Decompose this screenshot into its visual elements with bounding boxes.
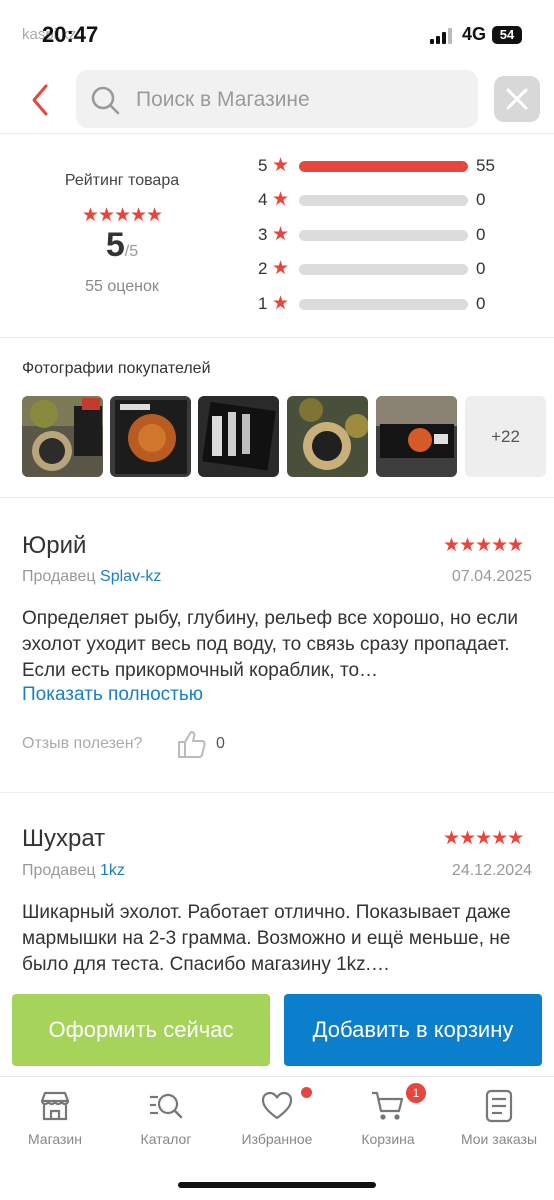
tab-favorites[interactable]: Избранное — [222, 1087, 332, 1147]
search-placeholder: Поиск в Магазине — [136, 88, 310, 111]
status-time: 20:47 — [42, 22, 99, 47]
purchase-actions: Оформить сейчас Добавить в корзину — [0, 994, 554, 1066]
rating-score-value: 5 — [105, 226, 125, 264]
star-icon: ★ — [272, 155, 290, 176]
tab-store[interactable]: Магазин — [0, 1087, 110, 1147]
home-indicator — [178, 1182, 376, 1188]
rating-bar-stars: 4 — [258, 190, 268, 209]
rating-bar-track — [299, 299, 468, 310]
signal-icon — [430, 28, 454, 44]
star-icon: ★ — [272, 224, 290, 245]
tab-catalog[interactable]: Каталог — [111, 1087, 221, 1147]
cart-icon — [372, 1091, 404, 1120]
status-bar: kaspi.kz 20:47 4G 54 — [0, 0, 554, 66]
review-seller-link[interactable]: 1kz — [100, 862, 125, 879]
review-stars: ★★★★★ — [443, 535, 524, 556]
review-date: 24.12.2024 — [451, 862, 532, 879]
customer-photo[interactable] — [110, 396, 191, 477]
battery-icon: 54 — [492, 26, 522, 44]
rating-bar-stars: 3 — [258, 225, 268, 244]
rating-bar-row: 5 ★ 55 — [258, 154, 538, 178]
rating-bar-row: 2 ★ 0 — [258, 257, 538, 281]
customer-photos: Фотографии покупателей +22 — [0, 338, 554, 498]
review-divider — [0, 792, 554, 793]
back-button[interactable] — [26, 82, 56, 118]
review-seller: Продавец 1kz — [22, 862, 125, 880]
review-useful-label: Отзыв полезен? — [22, 735, 143, 752]
tab-label: Избранное — [241, 1131, 313, 1147]
rating-label: Рейтинг товара — [64, 172, 180, 189]
cart-badge: 1 — [406, 1083, 426, 1103]
rating-bar-count: 0 — [476, 259, 486, 278]
rating-bar-count: 0 — [476, 190, 486, 209]
review-author: Шухрат — [22, 825, 106, 852]
catalog-search-icon — [150, 1093, 183, 1119]
star-icon: ★ — [272, 293, 290, 314]
review-seller-prefix: Продавец — [22, 862, 96, 879]
search-header: Поиск в Магазине — [0, 66, 554, 134]
star-icon: ★ — [272, 258, 290, 279]
rating-out-of: /5 — [124, 243, 139, 260]
tab-label: Мои заказы — [460, 1131, 538, 1147]
search-icon — [91, 86, 120, 115]
rating-bar-row: 1 ★ 0 — [258, 292, 538, 316]
close-icon — [506, 88, 528, 110]
rating-bar-track — [299, 161, 468, 172]
orders-icon — [485, 1089, 513, 1123]
tab-label: Каталог — [140, 1131, 192, 1147]
rating-bar-row: 3 ★ 0 — [258, 223, 538, 247]
store-icon — [40, 1091, 70, 1121]
more-photos-button[interactable]: +22 — [465, 396, 546, 477]
customer-photos-title: Фотографии покупателей — [22, 360, 211, 377]
review-stars: ★★★★★ — [443, 828, 524, 849]
review-text: Шикарный эхолот. Работает отлично. Показ… — [22, 902, 511, 975]
favorites-dot — [301, 1087, 312, 1098]
product-rating-summary: Рейтинг товара ★★★★★ 5/5 55 оценок 5 ★ 55 4… — [0, 134, 554, 338]
rating-bar-track — [299, 230, 468, 241]
tab-my-orders[interactable]: Мои заказы — [444, 1087, 554, 1147]
rating-score: 5/5 — [22, 226, 222, 265]
heart-icon — [261, 1091, 293, 1120]
rating-bar-count: 0 — [476, 225, 486, 244]
rating-bar-count: 0 — [476, 294, 486, 313]
customer-photo[interactable] — [198, 396, 279, 477]
rating-bar-row: 4 ★ 0 — [258, 188, 538, 212]
tab-label: Магазин — [27, 1131, 82, 1147]
tab-cart[interactable]: 1 Корзина — [333, 1083, 443, 1147]
customer-photo[interactable] — [287, 396, 368, 477]
show-more-link[interactable]: Показать полностью — [22, 684, 203, 706]
like-button[interactable] — [176, 728, 208, 765]
add-to-cart-button[interactable]: Добавить в корзину — [284, 994, 542, 1066]
star-icon: ★ — [272, 189, 290, 210]
review-seller-prefix: Продавец — [22, 568, 96, 585]
review-seller-link[interactable]: Splav-kz — [100, 568, 161, 585]
review-seller: Продавец Splav-kz — [22, 568, 161, 586]
search-input[interactable]: Поиск в Магазине — [76, 70, 478, 128]
review-date: 07.04.2025 — [451, 568, 532, 585]
thumbs-up-icon — [178, 731, 206, 758]
customer-photo[interactable] — [376, 396, 457, 477]
rating-bar-track — [299, 195, 468, 206]
rating-bar-track — [299, 264, 468, 275]
chevron-left-icon — [32, 84, 48, 116]
customer-photo[interactable] — [22, 396, 103, 477]
rating-bar-fill — [299, 161, 468, 172]
rating-bar-stars: 1 — [258, 294, 268, 313]
rating-bar-stars: 5 — [258, 156, 268, 175]
review-author: Юрий — [22, 532, 87, 559]
review-likes-count: 0 — [216, 735, 225, 752]
rating-stars: ★★★★★ — [81, 205, 163, 226]
rating-bar-count: 55 — [476, 156, 495, 175]
rating-count: 55 оценок — [85, 278, 159, 295]
rating-bar-stars: 2 — [258, 259, 268, 278]
review-text: Определяет рыбу, глубину, рельеф все хор… — [22, 608, 519, 681]
buy-now-button[interactable]: Оформить сейчас — [12, 994, 270, 1066]
clear-search-button[interactable] — [494, 76, 540, 122]
network-type: 4G — [462, 24, 487, 44]
tab-label: Корзина — [361, 1131, 415, 1147]
